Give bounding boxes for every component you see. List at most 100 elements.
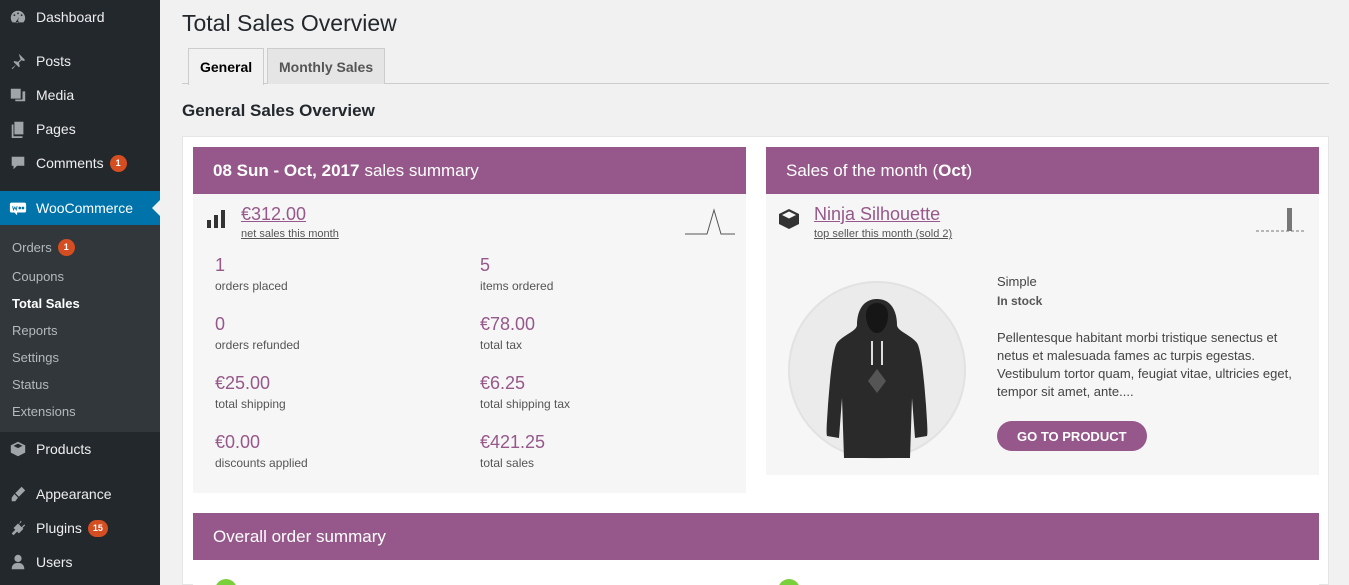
submenu-total-sales[interactable]: Total Sales: [12, 293, 80, 313]
tab-general[interactable]: General: [188, 48, 265, 85]
stat-value: 5: [480, 255, 491, 275]
users-icon: [8, 552, 28, 572]
submenu-settings[interactable]: Settings: [12, 347, 59, 367]
summary-title-text: sales summary: [364, 160, 479, 180]
submenu-label: Extensions: [12, 403, 76, 419]
menu-posts[interactable]: Posts: [0, 44, 160, 78]
menu-label: Products: [36, 441, 92, 457]
submenu-status[interactable]: Status: [12, 374, 49, 394]
product-stock-status: In stock: [997, 294, 1043, 308]
pages-icon: [8, 119, 28, 139]
submenu-label: Reports: [12, 322, 58, 338]
top-seller-lead: Ninja Silhouette top seller this month (…: [778, 204, 952, 240]
admin-sidebar: Dashboard Posts Media Pages Comments 1 W…: [0, 0, 160, 585]
net-sales-label[interactable]: net sales this month: [241, 228, 339, 240]
plugins-icon: [8, 518, 28, 538]
stat-label: orders placed: [215, 279, 288, 293]
stat-orders-placed: 1 orders placed: [215, 255, 415, 293]
sales-summary-box: 08 Sun - Oct, 2017 sales summary €312.00…: [193, 147, 746, 493]
menu-pages[interactable]: Pages: [0, 112, 160, 146]
stat-label: items ordered: [480, 279, 554, 293]
menu-label: Media: [36, 87, 75, 103]
current-menu-arrow: [152, 200, 160, 216]
menu-products[interactable]: Products: [0, 432, 160, 466]
menu-label: Dashboard: [36, 9, 105, 25]
stat-value: €0.00: [215, 432, 261, 452]
submenu-reports[interactable]: Reports: [12, 320, 58, 340]
menu-label: WooCommerce: [36, 200, 133, 216]
stat-total-shipping: €25.00 total shipping: [215, 373, 415, 411]
submenu-coupons[interactable]: Coupons: [12, 266, 64, 286]
main-content: Total Sales Overview General Monthly Sal…: [160, 0, 1349, 585]
menu-label: Posts: [36, 53, 72, 69]
go-to-product-button[interactable]: GO TO PRODUCT: [997, 421, 1147, 451]
appearance-icon: [8, 484, 28, 504]
stat-label: orders refunded: [215, 338, 300, 352]
overall-summary-header: Overall order summary: [193, 513, 1319, 560]
box-icon: [778, 208, 800, 240]
stat-value: €6.25: [480, 373, 526, 393]
stat-orders-refunded: 0 orders refunded: [215, 314, 415, 352]
stat-value: 1: [215, 255, 226, 275]
stat-label: discounts applied: [215, 456, 308, 470]
menu-appearance[interactable]: Appearance: [0, 477, 160, 511]
submenu-label: Settings: [12, 349, 59, 365]
section-title: General Sales Overview: [182, 101, 375, 120]
overall-order-summary-box: Overall order summary: [193, 513, 1319, 585]
month-title-bold: Oct: [938, 160, 967, 180]
sales-of-month-box: Sales of the month (Oct) Ninja Silhouett…: [766, 147, 1319, 475]
hoodie-image: [826, 299, 928, 458]
month-title-pre: Sales of the month (: [786, 160, 939, 180]
menu-woocommerce[interactable]: WooCommerce: [0, 191, 160, 225]
stat-value: €421.25: [480, 432, 546, 452]
net-sales-value[interactable]: €312.00: [241, 204, 339, 225]
menu-label: Pages: [36, 121, 76, 137]
menu-label: Plugins: [36, 520, 82, 536]
stat-discounts-applied: €0.00 discounts applied: [215, 432, 415, 470]
submenu-orders[interactable]: Orders 1: [12, 237, 75, 257]
bar-chart-icon: [207, 210, 227, 240]
stat-label: total sales: [480, 456, 535, 470]
media-icon: [8, 85, 28, 105]
sales-of-month-header: Sales of the month (Oct): [766, 147, 1319, 194]
product-image[interactable]: [788, 281, 966, 459]
product-description: Pellentesque habitant morbi tristique se…: [997, 330, 1292, 399]
submenu-label: Total Sales: [12, 295, 80, 311]
menu-comments[interactable]: Comments 1: [0, 146, 160, 180]
menu-plugins[interactable]: Plugins 15: [0, 511, 160, 545]
nav-tabs: General Monthly Sales: [182, 48, 1329, 85]
menu-users[interactable]: Users: [0, 545, 160, 579]
comments-count-badge: 1: [109, 154, 127, 172]
stat-value: €78.00: [480, 314, 536, 334]
woocommerce-submenu: Orders 1 Coupons Total Sales Reports Set…: [0, 225, 160, 432]
menu-dashboard[interactable]: Dashboard: [0, 0, 160, 34]
stat-label: total shipping tax: [480, 397, 571, 411]
pin-icon: [8, 51, 28, 71]
stat-value: 0: [215, 314, 226, 334]
tab-monthly-sales[interactable]: Monthly Sales: [267, 48, 386, 84]
top-seller-product-link[interactable]: Ninja Silhouette: [814, 204, 952, 225]
menu-label: Users: [36, 554, 73, 570]
summary-date: 08 Sun - Oct, 2017: [213, 160, 360, 180]
net-sales-lead: €312.00 net sales this month: [207, 204, 339, 240]
stat-total-tax: €78.00 total tax: [480, 314, 680, 352]
stat-total-shipping-tax: €6.25 total shipping tax: [480, 373, 680, 411]
menu-media[interactable]: Media: [0, 78, 160, 112]
menu-label: Appearance: [36, 486, 112, 502]
menu-label: Comments: [36, 155, 104, 171]
submenu-label: Orders: [12, 239, 52, 255]
stat-items-ordered: 5 items ordered: [480, 255, 680, 293]
products-icon: [8, 439, 28, 459]
submenu-extensions[interactable]: Extensions: [12, 401, 76, 421]
stat-total-sales: €421.25 total sales: [480, 432, 680, 470]
top-seller-label[interactable]: top seller this month (sold 2): [814, 228, 952, 240]
net-sales-sparkline: [685, 208, 735, 235]
sales-summary-header: 08 Sun - Oct, 2017 sales summary: [193, 147, 746, 194]
woo-icon: [8, 198, 28, 218]
status-dot: [215, 579, 237, 585]
page-title: Total Sales Overview: [182, 10, 397, 36]
status-dot: [778, 579, 800, 585]
stat-label: total shipping: [215, 397, 286, 411]
month-title-post: ): [966, 160, 973, 180]
stat-value: €25.00: [215, 373, 271, 393]
